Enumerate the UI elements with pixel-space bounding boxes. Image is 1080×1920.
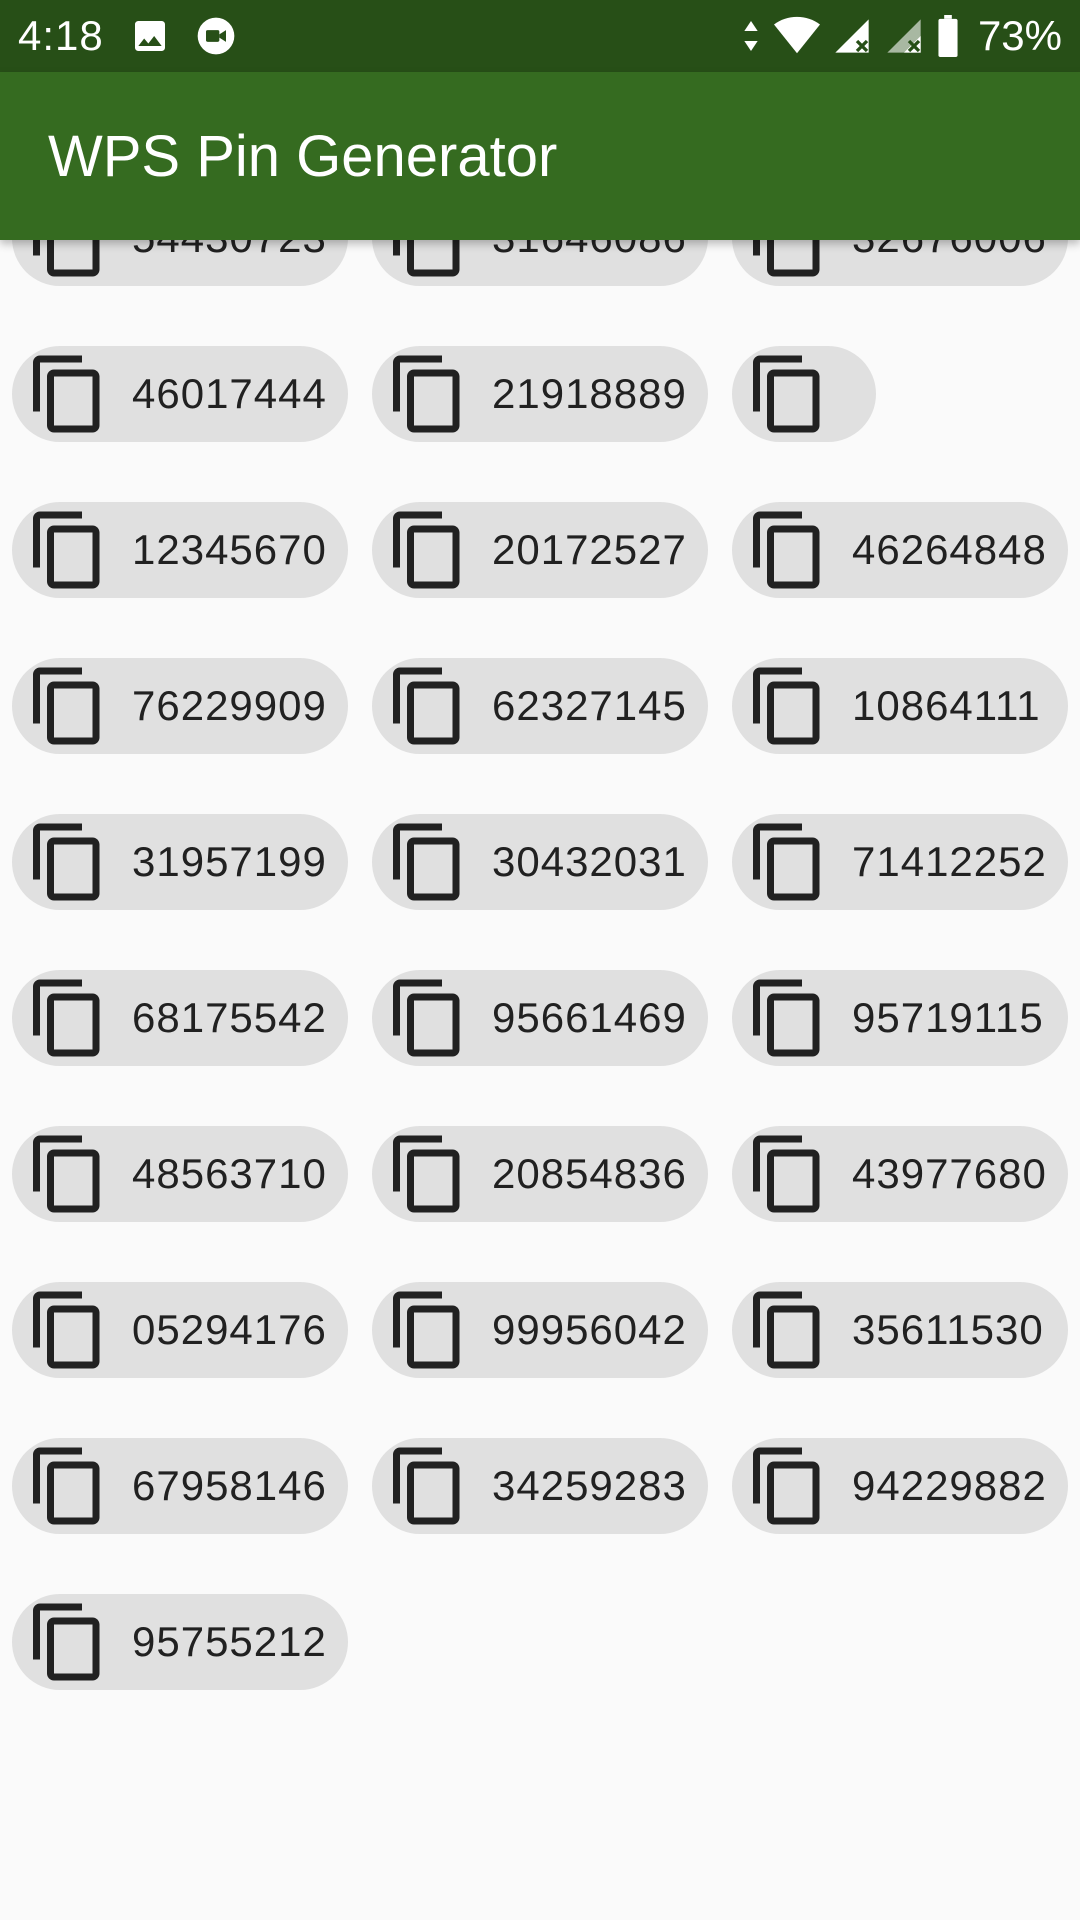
pin-value: 10864111 — [852, 682, 1041, 729]
copy-icon[interactable] — [746, 240, 830, 280]
copy-icon[interactable] — [26, 976, 110, 1060]
pin-chip[interactable]: 31646086 — [372, 240, 708, 286]
pin-chip[interactable]: 62327145 — [372, 658, 708, 754]
pin-chip[interactable]: 76229909 — [12, 658, 348, 754]
copy-icon[interactable] — [746, 976, 830, 1060]
pin-chip[interactable]: 20172527 — [372, 502, 708, 598]
copy-icon[interactable] — [386, 664, 470, 748]
pin-value: 71412252 — [852, 838, 1047, 885]
status-time: 4:18 — [18, 12, 104, 59]
pin-value: 21918889 — [492, 370, 687, 417]
pin-chip[interactable]: 99956042 — [372, 1282, 708, 1378]
copy-icon[interactable] — [386, 240, 470, 280]
pin-chip[interactable]: 32676006 — [732, 240, 1068, 286]
pin-chip[interactable]: 67958146 — [12, 1438, 348, 1534]
pin-value: 46264848 — [852, 526, 1047, 573]
pin-value: 32676006 — [852, 240, 1047, 262]
copy-icon[interactable] — [746, 1444, 830, 1528]
pin-list[interactable]: 54430723 31646086 32676006 46017444 21918889… — [0, 240, 1080, 1920]
pin-chip[interactable]: 43977680 — [732, 1126, 1068, 1222]
status-bar: 4:18 73% — [0, 0, 1080, 72]
pin-chip[interactable]: 21918889 — [372, 346, 708, 442]
pin-value: 76229909 — [132, 682, 327, 729]
pin-chip[interactable]: 30432031 — [372, 814, 708, 910]
pin-value: 94229882 — [852, 1462, 1047, 1509]
pin-value: 95719115 — [852, 994, 1044, 1041]
battery-percent: 73% — [977, 12, 1062, 59]
pin-value: 95755212 — [132, 1618, 327, 1665]
pin-chip[interactable]: 35611530 — [732, 1282, 1068, 1378]
pin-value: 05294176 — [132, 1306, 327, 1353]
pin-value: 95661469 — [492, 994, 687, 1041]
copy-icon[interactable] — [746, 820, 830, 904]
app-bar: WPS Pin Generator — [0, 72, 1080, 240]
app-title: WPS Pin Generator — [48, 123, 558, 189]
pin-chip[interactable]: 94229882 — [732, 1438, 1068, 1534]
copy-icon[interactable] — [746, 1288, 830, 1372]
pin-value: 62327145 — [492, 682, 687, 729]
pin-chip[interactable]: 20854836 — [372, 1126, 708, 1222]
pin-chip[interactable]: 54430723 — [12, 240, 348, 286]
pin-value: 30432031 — [492, 838, 687, 885]
copy-icon[interactable] — [26, 664, 110, 748]
pin-value: 54430723 — [132, 240, 327, 262]
pin-value: 31646086 — [492, 240, 687, 262]
copy-icon[interactable] — [26, 1600, 110, 1684]
battery-icon — [936, 15, 960, 57]
pin-value: 48563710 — [132, 1150, 327, 1197]
pin-chip[interactable]: 95719115 — [732, 970, 1068, 1066]
signal-icon — [832, 16, 872, 56]
pin-chip[interactable]: 48563710 — [12, 1126, 348, 1222]
copy-icon[interactable] — [386, 508, 470, 592]
pin-value: 35611530 — [852, 1306, 1044, 1353]
copy-icon[interactable] — [746, 1132, 830, 1216]
pin-grid: 54430723 31646086 32676006 46017444 21918889… — [12, 240, 1068, 1690]
wifi-icon — [773, 16, 820, 56]
pin-value: 20172527 — [492, 526, 687, 573]
pin-chip[interactable]: 95755212 — [12, 1594, 348, 1690]
pin-chip[interactable]: 31957199 — [12, 814, 348, 910]
pin-value: 99956042 — [492, 1306, 687, 1353]
pin-chip[interactable]: 05294176 — [12, 1282, 348, 1378]
copy-icon[interactable] — [26, 1132, 110, 1216]
copy-icon[interactable] — [26, 508, 110, 592]
pin-value: 31957199 — [132, 838, 327, 885]
pin-value: 67958146 — [132, 1462, 327, 1509]
copy-icon[interactable] — [386, 1288, 470, 1372]
pin-chip[interactable]: 68175542 — [12, 970, 348, 1066]
copy-icon[interactable] — [386, 1444, 470, 1528]
pin-chip[interactable]: 71412252 — [732, 814, 1068, 910]
pin-chip[interactable]: 10864111 — [732, 658, 1068, 754]
pin-chip[interactable]: 95661469 — [372, 970, 708, 1066]
pin-value: 20854836 — [492, 1150, 687, 1197]
pin-value: 43977680 — [852, 1150, 1047, 1197]
pin-chip[interactable]: 34259283 — [372, 1438, 708, 1534]
pin-value: 34259283 — [492, 1462, 687, 1509]
signal-icon — [884, 16, 924, 56]
pin-chip[interactable]: 46017444 — [12, 346, 348, 442]
camera-notification-icon — [196, 16, 236, 56]
data-arrows-icon — [740, 16, 762, 56]
copy-icon[interactable] — [26, 1444, 110, 1528]
copy-icon[interactable] — [386, 820, 470, 904]
copy-icon[interactable] — [26, 352, 110, 436]
copy-icon[interactable] — [746, 664, 830, 748]
copy-icon[interactable] — [386, 1132, 470, 1216]
image-icon — [130, 16, 170, 56]
pin-value: 46017444 — [132, 370, 327, 417]
copy-icon[interactable] — [26, 1288, 110, 1372]
pin-chip[interactable] — [732, 346, 876, 442]
pin-chip[interactable]: 12345670 — [12, 502, 348, 598]
copy-icon[interactable] — [26, 820, 110, 904]
copy-icon[interactable] — [746, 508, 830, 592]
pin-value: 12345670 — [132, 526, 327, 573]
copy-icon[interactable] — [386, 976, 470, 1060]
copy-icon[interactable] — [746, 352, 830, 436]
pin-chip[interactable]: 46264848 — [732, 502, 1068, 598]
copy-icon[interactable] — [26, 240, 110, 280]
pin-value: 68175542 — [132, 994, 327, 1041]
copy-icon[interactable] — [386, 352, 470, 436]
